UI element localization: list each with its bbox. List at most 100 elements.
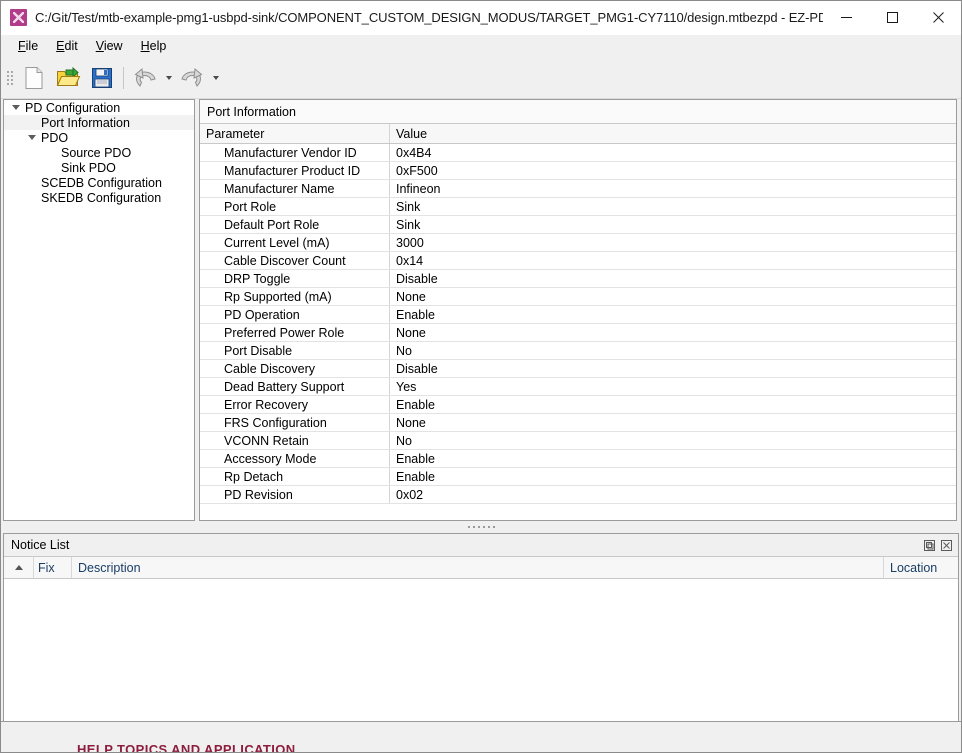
parameter-cell: DRP Toggle (200, 270, 390, 287)
notice-list-body[interactable] (4, 579, 958, 721)
table-row[interactable]: Default Port Role Sink (200, 216, 956, 234)
table-row[interactable]: Manufacturer Name Infineon (200, 180, 956, 198)
value-cell[interactable]: Enable (390, 450, 956, 467)
column-header-fix[interactable]: Fix (34, 557, 72, 578)
tree-item-label: Sink PDO (61, 160, 116, 175)
table-row[interactable]: Preferred Power Role None (200, 324, 956, 342)
undo-button[interactable] (128, 61, 162, 95)
table-row[interactable]: Error Recovery Enable (200, 396, 956, 414)
table-row[interactable]: Accessory Mode Enable (200, 450, 956, 468)
menu-view-rest: iew (103, 38, 123, 53)
sort-ascending-icon[interactable] (4, 557, 34, 578)
value-cell[interactable]: Disable (390, 360, 956, 377)
horizontal-splitter[interactable] (1, 521, 961, 533)
value-cell[interactable]: Sink (390, 216, 956, 233)
menu-item-edit[interactable]: Edit (47, 37, 87, 56)
notice-list-title: Notice List (11, 538, 70, 552)
ez-pd-configurator-icon (10, 9, 27, 26)
table-row[interactable]: Port Role Sink (200, 198, 956, 216)
value-cell[interactable]: Yes (390, 378, 956, 395)
column-header-location[interactable]: Location (884, 557, 958, 578)
table-row[interactable]: PD Revision 0x02 (200, 486, 956, 504)
parameter-cell: Cable Discover Count (200, 252, 390, 269)
table-row[interactable]: Dead Battery Support Yes (200, 378, 956, 396)
grid-header: Parameter Value (200, 124, 956, 144)
chevron-down-icon[interactable] (8, 100, 24, 115)
maximize-icon[interactable] (869, 1, 915, 34)
tree-item-label: SCEDB Configuration (41, 175, 162, 190)
tree-item-sink-pdo[interactable]: Sink PDO (4, 160, 194, 175)
value-cell[interactable]: Infineon (390, 180, 956, 197)
table-row[interactable]: Cable Discover Count 0x14 (200, 252, 956, 270)
tree-item-source-pdo[interactable]: Source PDO (4, 145, 194, 160)
column-header-value[interactable]: Value (390, 124, 956, 143)
parameter-cell: Manufacturer Vendor ID (200, 144, 390, 161)
value-cell[interactable]: None (390, 324, 956, 341)
value-cell[interactable]: No (390, 342, 956, 359)
tree-item-label: SKEDB Configuration (41, 190, 162, 205)
table-row[interactable]: Manufacturer Product ID 0xF500 (200, 162, 956, 180)
open-folder-button[interactable] (51, 61, 85, 95)
table-row[interactable]: Manufacturer Vendor ID 0x4B4 (200, 144, 956, 162)
redo-button[interactable] (175, 61, 209, 95)
column-header-parameter[interactable]: Parameter (200, 124, 390, 143)
menu-bar: File Edit View Help (1, 35, 961, 57)
float-panel-icon[interactable] (922, 538, 937, 553)
value-cell[interactable]: None (390, 414, 956, 431)
column-header-description[interactable]: Description (72, 557, 884, 578)
value-cell[interactable]: No (390, 432, 956, 449)
tree-item-pd-configuration[interactable]: PD Configuration (4, 100, 194, 115)
chevron-down-icon[interactable] (24, 130, 40, 145)
table-row[interactable]: VCONN Retain No (200, 432, 956, 450)
value-cell[interactable]: Enable (390, 468, 956, 485)
toolbar-drag-handle[interactable] (5, 65, 14, 91)
menu-item-file[interactable]: File (9, 37, 47, 56)
table-row[interactable]: Port Disable No (200, 342, 956, 360)
value-cell[interactable]: Sink (390, 198, 956, 215)
undo-arrow-icon (134, 67, 156, 87)
parameter-cell: PD Revision (200, 486, 390, 503)
save-button[interactable] (85, 61, 119, 95)
value-cell[interactable]: Disable (390, 270, 956, 287)
save-floppy-icon (92, 67, 112, 88)
value-cell[interactable]: 0x4B4 (390, 144, 956, 161)
value-cell[interactable]: 0x02 (390, 486, 956, 503)
undo-dropdown-arrow-icon[interactable] (162, 61, 175, 95)
table-row[interactable]: DRP Toggle Disable (200, 270, 956, 288)
table-row[interactable]: FRS Configuration None (200, 414, 956, 432)
tree-item-scedb-configuration[interactable]: SCEDB Configuration (4, 175, 194, 190)
tree-item-port-information[interactable]: Port Information (4, 115, 194, 130)
table-row[interactable]: Rp Supported (mA) None (200, 288, 956, 306)
parameter-cell: Cable Discovery (200, 360, 390, 377)
status-strip: HELP TOPICS AND APPLICATION (1, 721, 961, 752)
tree-item-skedb-configuration[interactable]: SKEDB Configuration (4, 190, 194, 205)
tree-item-label: PD Configuration (25, 100, 121, 115)
tree-item-label: Port Information (41, 115, 130, 130)
tree-item-pdo[interactable]: PDO (4, 130, 194, 145)
redo-dropdown-arrow-icon[interactable] (209, 61, 222, 95)
table-row[interactable]: Rp Detach Enable (200, 468, 956, 486)
parameter-cell: Manufacturer Name (200, 180, 390, 197)
close-panel-icon[interactable] (939, 538, 954, 553)
menu-item-help[interactable]: Help (132, 37, 176, 56)
table-row[interactable]: PD Operation Enable (200, 306, 956, 324)
parameter-cell: Current Level (mA) (200, 234, 390, 251)
table-row[interactable]: Cable Discovery Disable (200, 360, 956, 378)
minimize-icon[interactable] (823, 1, 869, 34)
value-cell[interactable]: 3000 (390, 234, 956, 251)
table-row[interactable]: Current Level (mA) 3000 (200, 234, 956, 252)
navigation-tree[interactable]: PD Configuration Port Information PDO So… (3, 99, 195, 521)
panel-caption: Port Information (200, 100, 956, 124)
menu-help-rest: elp (149, 38, 167, 53)
value-cell[interactable]: 0xF500 (390, 162, 956, 179)
close-icon[interactable] (915, 1, 961, 34)
value-cell[interactable]: None (390, 288, 956, 305)
new-file-button[interactable] (17, 61, 51, 95)
parameter-cell: Default Port Role (200, 216, 390, 233)
menu-item-view[interactable]: View (87, 37, 132, 56)
value-cell[interactable]: 0x14 (390, 252, 956, 269)
redo-arrow-icon (181, 67, 203, 87)
notice-list-caption: Notice List (4, 534, 958, 557)
value-cell[interactable]: Enable (390, 396, 956, 413)
value-cell[interactable]: Enable (390, 306, 956, 323)
